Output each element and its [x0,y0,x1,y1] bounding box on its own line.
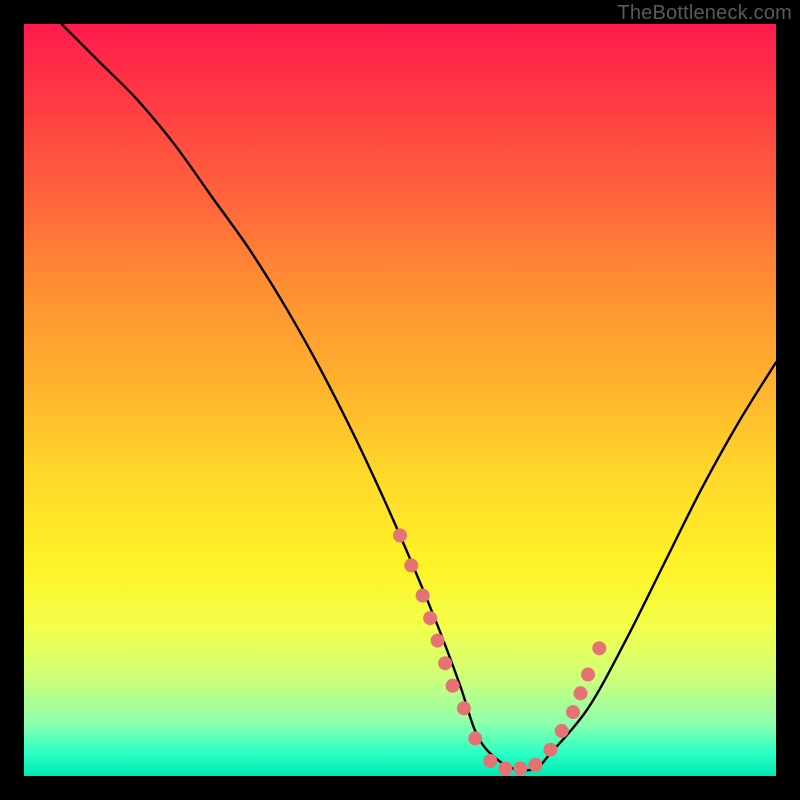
highlight-dot [404,558,418,572]
curve-svg [24,24,776,776]
highlight-dot [423,611,437,625]
chart-frame: TheBottleneck.com [0,0,800,800]
highlight-dot [431,634,445,648]
highlight-dot [498,762,512,776]
highlight-dot [528,758,542,772]
highlight-dot [416,589,430,603]
highlight-dot [543,743,557,757]
highlight-dot [574,686,588,700]
watermark-text: TheBottleneck.com [617,2,792,25]
bottleneck-curve [62,24,776,770]
highlight-dots [393,528,606,775]
highlight-dot [555,724,569,738]
highlight-dot [468,731,482,745]
highlight-dot [592,641,606,655]
highlight-dot [446,679,460,693]
highlight-dot [513,762,527,776]
highlight-dot [566,705,580,719]
plot-area [24,24,776,776]
highlight-dot [457,701,471,715]
highlight-dot [393,528,407,542]
highlight-dot [581,668,595,682]
highlight-dot [438,656,452,670]
highlight-dot [483,754,497,768]
